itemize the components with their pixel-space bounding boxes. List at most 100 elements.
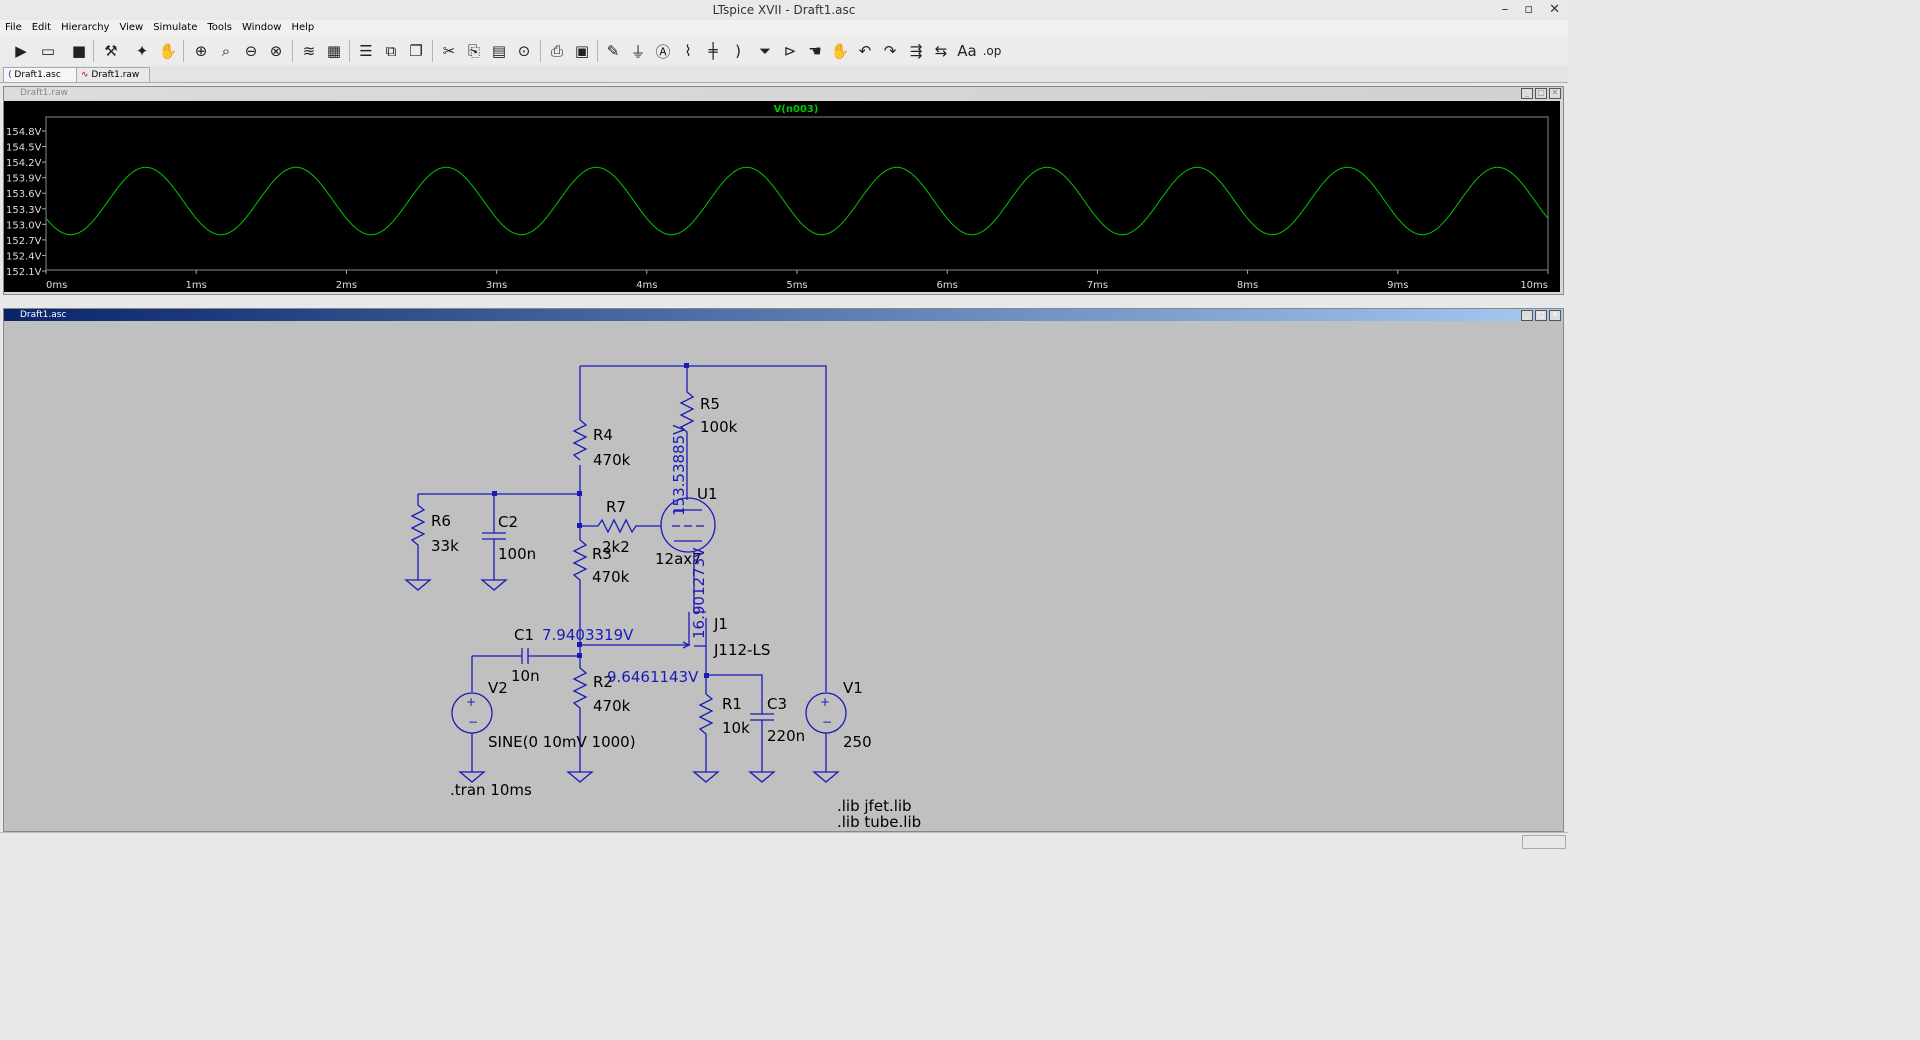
label-r5: R5 (700, 395, 720, 413)
grid-icon[interactable]: ▦ (323, 40, 345, 62)
menu-hierarchy[interactable]: Hierarchy (56, 20, 114, 36)
tab-draft1-raw[interactable]: ∿ Draft1.raw (76, 67, 150, 82)
value-r2: 470k (593, 697, 631, 715)
zoom-fit-icon[interactable]: ⊗ (265, 40, 287, 62)
plot-minimize-button[interactable]: _ (1521, 88, 1533, 99)
svg-text:+: + (466, 695, 476, 709)
resistor-r4 (572, 419, 588, 461)
tab-draft1-asc[interactable]: ⟨ Draft1.asc (3, 67, 77, 82)
ground-v2 (458, 733, 486, 783)
schematic-close-button[interactable]: ✕ (1549, 310, 1561, 321)
autorange-icon[interactable]: ≋ (298, 40, 320, 62)
find-icon[interactable]: ⊙ (513, 40, 535, 62)
spice-directive-icon[interactable]: .op (981, 40, 1003, 62)
label-r6: R6 (431, 512, 451, 530)
waveform-plot[interactable]: V(n003) 154.8V 154.5V 154.2V 153.9V 153.6V 15… (4, 101, 1560, 292)
label-net-icon[interactable]: Ⓐ (652, 40, 674, 62)
rotate-icon[interactable]: ⇶ (905, 40, 927, 62)
tile-vertical-icon[interactable]: ⧉ (380, 40, 402, 62)
mirror-icon[interactable]: ⇆ (930, 40, 952, 62)
ground-r6 (404, 579, 432, 591)
x-tick-label: 2ms (336, 280, 357, 291)
ground-r2 (566, 771, 594, 783)
waveform-icon: ∿ (81, 70, 89, 80)
tile-horizontal-icon[interactable]: ☰ (355, 40, 377, 62)
print-setup-icon[interactable]: ▣ (571, 40, 593, 62)
cascade-icon[interactable]: ❐ (405, 40, 427, 62)
resistor-icon[interactable]: ⌇ (677, 40, 699, 62)
value-r6: 33k (431, 537, 459, 555)
inductor-icon[interactable]: ) (727, 40, 749, 62)
move-icon[interactable]: ☚ (804, 40, 826, 62)
schematic-drawing: + − + − R4 470k R5 100k R6 33k C2 100n R… (404, 363, 921, 831)
schematic-canvas[interactable]: + − + − R4 470k R5 100k R6 33k C2 100n R… (6, 322, 1562, 831)
close-icon[interactable]: ✕ (1549, 0, 1560, 20)
ground-icon[interactable]: ⏚ (627, 40, 649, 62)
x-tick-label: 0ms (46, 280, 67, 291)
menu-file[interactable]: File (0, 20, 27, 36)
schematic-restore-button[interactable]: □ (1535, 310, 1547, 321)
x-tick-label: 10ms (1520, 280, 1548, 291)
halt-icon[interactable]: ✋ (157, 40, 179, 62)
value-r3: 470k (592, 568, 630, 586)
voltage-plate: 153.53885V (670, 424, 688, 516)
minimize-icon[interactable]: – (1502, 0, 1509, 20)
menu-simulate[interactable]: Simulate (148, 20, 202, 36)
capacitor-icon[interactable]: ╪ (702, 40, 724, 62)
menu-help[interactable]: Help (286, 20, 319, 36)
label-c2: C2 (498, 513, 518, 531)
window-title: LTspice XVII - Draft1.asc (712, 3, 856, 17)
save-icon[interactable]: ■ (68, 40, 90, 62)
plot-close-button[interactable]: ✕ (1549, 88, 1561, 99)
x-tick-label: 7ms (1087, 280, 1108, 291)
ground-c2 (480, 579, 508, 591)
menu-view[interactable]: View (114, 20, 148, 36)
plot-restore-button[interactable]: □ (1535, 88, 1547, 99)
x-tick-label: 1ms (186, 280, 207, 291)
text-icon[interactable]: Aa (956, 40, 978, 62)
label-v1: V1 (843, 679, 863, 697)
component-icon[interactable]: ⊳ (779, 40, 801, 62)
y-tick-label: 153.6V (6, 189, 42, 200)
voltage-source: 9.6461143V (607, 668, 699, 686)
pan-icon[interactable]: ⌕ (215, 40, 237, 62)
diode-icon[interactable]: ⏷ (754, 40, 776, 62)
menu-edit[interactable]: Edit (27, 20, 56, 36)
directive-lib-tube[interactable]: .lib tube.lib (837, 813, 921, 831)
maximize-icon[interactable]: ▫ (1524, 0, 1533, 20)
directive-tran[interactable]: .tran 10ms (450, 781, 532, 799)
svg-text:−: − (468, 715, 478, 729)
zoom-in-icon[interactable]: ⊕ (190, 40, 212, 62)
status-panel (1522, 835, 1566, 849)
run-icon[interactable]: ▶ (10, 40, 32, 62)
copy-icon[interactable]: ⎘ (463, 40, 485, 62)
y-tick-label: 152.7V (6, 236, 42, 247)
capacitor-c1 (472, 648, 580, 664)
cut-icon[interactable]: ✂ (438, 40, 460, 62)
zoom-out-icon[interactable]: ⊖ (240, 40, 262, 62)
capacitor-c2 (482, 494, 506, 580)
drag-icon[interactable]: ✋ (829, 40, 851, 62)
print-icon[interactable]: ⎙ (546, 40, 568, 62)
label-v2: V2 (488, 679, 508, 697)
y-tick-label: 152.4V (6, 251, 42, 262)
redo-icon[interactable]: ↷ (879, 40, 901, 62)
junction-r7 (577, 523, 582, 528)
schematic-minimize-button[interactable]: _ (1521, 310, 1533, 321)
junction-c2 (492, 491, 497, 496)
run-simulation-icon[interactable]: ✦ (131, 40, 153, 62)
control-panel-icon[interactable]: ⚒ (100, 40, 122, 62)
menu-window[interactable]: Window (237, 20, 286, 36)
schematic-icon: ⟨ (8, 70, 12, 80)
open-folder-icon[interactable]: ▭ (37, 40, 59, 62)
label-r4: R4 (593, 426, 613, 444)
undo-icon[interactable]: ↶ (854, 40, 876, 62)
menu-tools[interactable]: Tools (202, 20, 237, 36)
draw-wire-icon[interactable]: ✎ (602, 40, 624, 62)
value-v1: 250 (843, 733, 872, 751)
paste-icon[interactable]: ▤ (488, 40, 510, 62)
status-bar (0, 832, 1568, 850)
junction-source (704, 673, 709, 678)
x-tick-label: 6ms (937, 280, 958, 291)
label-j1: J1 (713, 615, 728, 633)
